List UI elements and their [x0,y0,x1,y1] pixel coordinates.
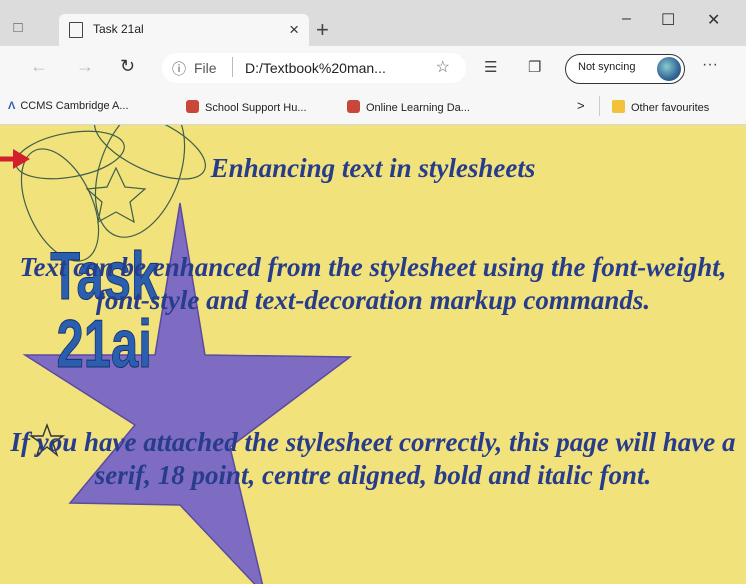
address-bar[interactable]: ⓘ File D:/Textbook%20man... ☆ [162,53,466,83]
bookmark-item[interactable]: School Support Hu... [186,100,307,114]
favorite-star-icon[interactable]: ☆ [436,57,450,77]
tab-actions-icon[interactable]: □ [7,16,29,38]
bookmarks-overflow-chevron[interactable]: > [577,98,585,113]
favorites-list-icon[interactable]: ☰ [484,58,497,76]
tab-title: Task 21al [93,22,144,36]
address-scheme: File [194,60,217,76]
navigation-toolbar: ← → ↻ ⓘ File D:/Textbook%20man... ☆ ☰ ❐ … [0,46,746,90]
tab-strip: □ Task 21al × + – ☐ ✕ [0,0,746,46]
more-icon[interactable]: ··· [702,56,718,74]
other-favourites-label: Other favourites [631,102,710,114]
maximize-icon[interactable]: ☐ [661,10,675,30]
avatar [657,57,681,81]
bookmarks-divider [599,96,600,116]
bookmark-label: School Support Hu... [205,102,307,114]
task-badge-line2: 21ai [56,306,152,382]
sync-label: Not syncing [578,61,636,73]
address-separator [232,57,233,77]
school-icon [186,100,199,113]
info-icon[interactable]: ⓘ [172,59,186,79]
page-heading: Enhancing text in stylesheets [210,153,536,183]
bookmark-label: Online Learning Da... [366,102,470,114]
school-icon [347,100,360,113]
close-tab-icon[interactable]: × [289,20,299,40]
browser-chrome: □ Task 21al × + – ☐ ✕ ← → ↻ ⓘ File D:/Te… [0,0,746,125]
close-window-icon[interactable]: ✕ [707,10,720,30]
other-favourites[interactable]: Other favourites [612,100,709,114]
new-tab-icon[interactable]: + [316,17,329,43]
page-icon [69,22,83,38]
refresh-icon[interactable]: ↻ [120,56,135,77]
tab-task[interactable]: Task 21al × [59,14,309,46]
favorites-bar: Λ CCMS Cambridge A... School Support Hu..… [0,90,746,125]
paragraph-1: Text can be enhanced from the stylesheet… [19,252,727,315]
folder-icon [612,100,625,113]
sync-button[interactable]: Not syncing [565,54,685,84]
paragraph-2: If you have attached the stylesheet corr… [10,427,736,490]
back-icon[interactable]: ← [30,56,48,77]
bookmark-item[interactable]: Λ CCMS Cambridge A... [8,100,129,112]
bookmark-item[interactable]: Online Learning Da... [347,100,470,114]
ccms-icon: Λ [8,100,16,112]
page-content: Task 21ai Enhancing text in stylesheets … [0,125,746,584]
minimize-icon[interactable]: – [622,10,631,28]
address-url[interactable]: D:/Textbook%20man... [245,60,386,76]
bookmark-label: CCMS Cambridge A... [20,100,129,112]
collections-icon[interactable]: ❐ [528,58,541,76]
forward-icon[interactable]: → [76,56,94,77]
